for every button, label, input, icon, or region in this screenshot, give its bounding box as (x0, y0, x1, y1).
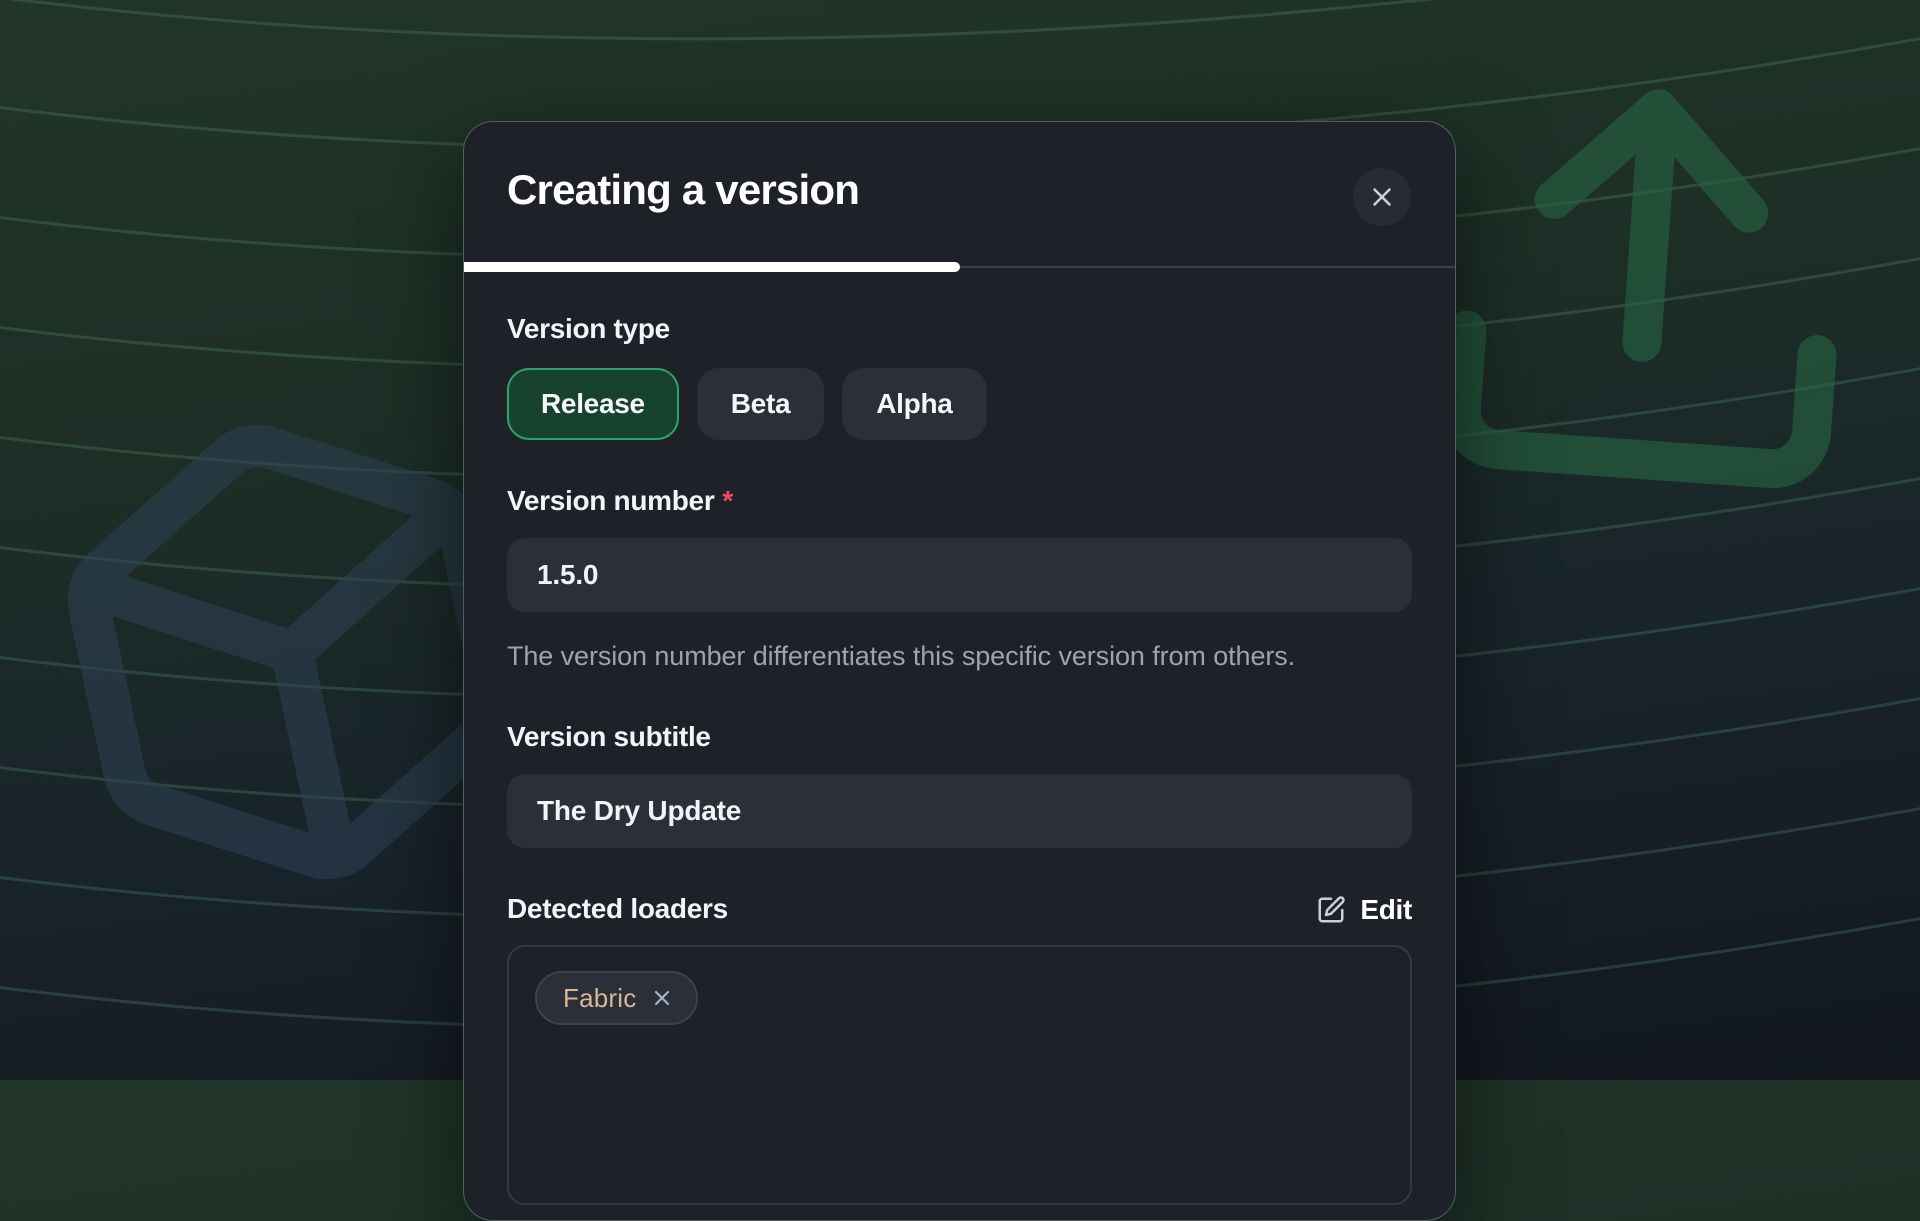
square-pen-icon (1316, 895, 1346, 925)
version-type-beta-button[interactable]: Beta (697, 368, 825, 440)
x-icon[interactable] (650, 986, 674, 1010)
page-background: { "background": { "decorations": ["conto… (0, 0, 1920, 1080)
version-subtitle-label: Version subtitle (507, 720, 1412, 754)
x-icon (1367, 182, 1397, 212)
close-button[interactable] (1353, 168, 1411, 226)
modal-title: Creating a version (507, 166, 859, 214)
edit-loaders-button[interactable]: Edit (1316, 894, 1412, 926)
detected-loaders-row: Detected loaders Edit (507, 892, 1412, 926)
detected-loaders-label: Detected loaders (507, 892, 728, 926)
version-type-alpha-button[interactable]: Alpha (842, 368, 986, 440)
required-asterisk: * (722, 485, 733, 516)
progress-fill (464, 262, 960, 272)
version-number-input[interactable] (507, 538, 1412, 612)
loader-chip-fabric[interactable]: Fabric (535, 971, 698, 1025)
create-version-modal: Creating a version Version type Release … (463, 121, 1456, 1221)
version-type-label: Version type (507, 312, 1412, 346)
version-type-release-button[interactable]: Release (507, 368, 679, 440)
version-number-label: Version number* (507, 484, 1412, 518)
modal-body: Version type Release Beta Alpha Version … (464, 312, 1455, 1205)
version-number-help: The version number differentiates this s… (507, 636, 1367, 676)
detected-loaders-box: Fabric (507, 945, 1412, 1205)
loader-chip-label: Fabric (563, 983, 636, 1014)
edit-button-label: Edit (1360, 894, 1412, 926)
version-type-selector: Release Beta Alpha (507, 368, 1412, 440)
version-subtitle-input[interactable] (507, 774, 1412, 848)
modal-header: Creating a version (464, 122, 1455, 268)
upload-arrow-icon (1459, 97, 1834, 472)
box-outline-icon (63, 407, 520, 896)
